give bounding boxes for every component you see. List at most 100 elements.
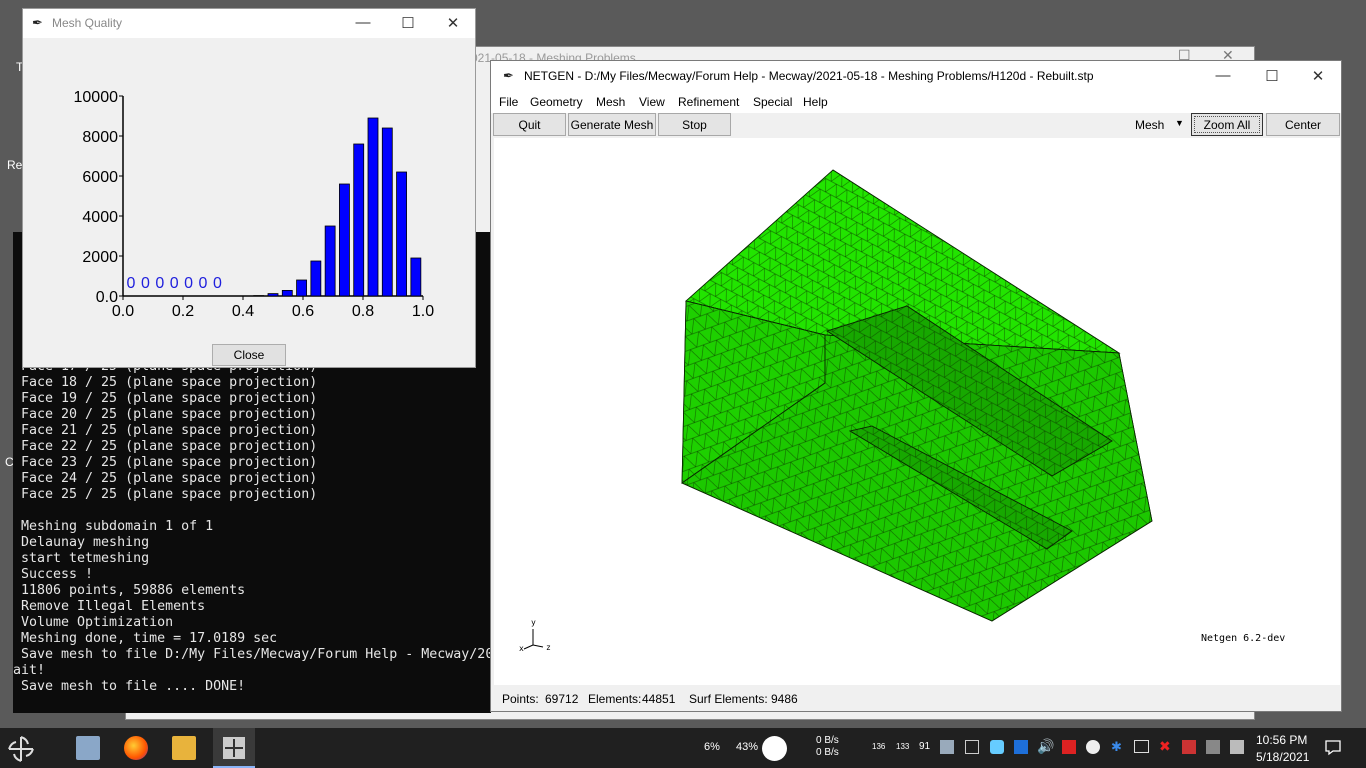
console-line: Face 23 / 25 (plane space projection) [21, 455, 318, 470]
console-line: Save mesh to file .... DONE! [21, 679, 246, 694]
console-line: Face 18 / 25 (plane space projection) [21, 375, 318, 390]
console-line: Face 25 / 25 (plane space projection) [21, 487, 318, 502]
view-select-value: Mesh [1135, 118, 1165, 132]
console-line: Face 20 / 25 (plane space projection) [21, 407, 318, 422]
y-tick-label: 8000 [82, 129, 118, 146]
notification-icon[interactable] [1324, 738, 1342, 756]
console-line: Volume Optimization [21, 615, 174, 630]
console-line: Face 21 / 25 (plane space projection) [21, 423, 318, 438]
y-tick-label: 10000 [74, 89, 119, 106]
y-tick-label: 2000 [82, 249, 118, 266]
generate-mesh-button[interactable]: Generate Mesh [568, 113, 656, 136]
tray-app-icon[interactable] [1230, 740, 1244, 754]
desktop-edge-text: Re [7, 158, 23, 172]
tray-app-icon[interactable] [940, 740, 954, 754]
minimize-icon[interactable]: — [348, 14, 378, 31]
bluetooth-icon[interactable]: ✱ [1111, 739, 1122, 755]
mesh-render [681, 169, 1153, 622]
maximize-icon[interactable]: ☐ [393, 14, 423, 32]
clock-date[interactable]: 5/18/2021 [1256, 750, 1309, 764]
start-icon[interactable] [6, 734, 36, 764]
tray-number: 91 [919, 741, 931, 752]
close-button[interactable]: Close [212, 344, 286, 366]
histogram-bar [281, 289, 293, 297]
zero-count-label: 0 [155, 275, 164, 292]
tray-app-icon[interactable] [965, 740, 979, 754]
console-line: Face 24 / 25 (plane space projection) [21, 471, 318, 486]
menu-view[interactable]: View [639, 95, 665, 109]
mesh-quality-title: Mesh Quality [52, 16, 123, 30]
center-button[interactable]: Center [1266, 113, 1340, 136]
netgen-title: NETGEN - D:/My Files/Mecway/Forum Help -… [524, 69, 1094, 83]
security-icon[interactable] [1086, 740, 1100, 754]
view-select[interactable]: Mesh ▼ [1131, 113, 1187, 136]
feather-icon: ✒ [503, 68, 514, 83]
close-icon[interactable]: ✕ [438, 14, 468, 32]
axis-x-label: x [519, 644, 524, 653]
x-tick-label: 1.0 [412, 303, 434, 320]
zero-count-label: 0 [127, 275, 136, 292]
console-line: Face 19 / 25 (plane space projection) [21, 391, 318, 406]
histogram-bar [381, 127, 393, 297]
tray-app-icon[interactable] [1014, 740, 1028, 754]
menu-refinement[interactable]: Refinement [678, 95, 739, 109]
folder-icon[interactable] [172, 736, 196, 760]
feather-icon: ✒ [32, 15, 43, 30]
tray-app-icon[interactable] [1062, 740, 1076, 754]
tray-app-icon[interactable] [1206, 740, 1220, 754]
axis-y-label: y [531, 618, 536, 627]
zoom-all-button[interactable]: Zoom All [1191, 113, 1263, 136]
tray-app-icon[interactable] [990, 740, 1004, 754]
version-label: Netgen 6.2-dev [1201, 633, 1286, 644]
console-line: Meshing subdomain 1 of 1 [21, 519, 214, 534]
console-line: 11806 points, 59886 elements [21, 583, 246, 598]
console-line: Save mesh to file D:/My Files/Mecway/For… [21, 647, 491, 662]
network-down: 0 B/s [816, 747, 839, 758]
histogram-bar [296, 279, 307, 297]
firefox-icon[interactable] [124, 736, 148, 760]
console-line: Face 22 / 25 (plane space projection) [21, 439, 318, 454]
minimize-icon[interactable]: — [1208, 67, 1238, 84]
menu-geometry[interactable]: Geometry [530, 95, 583, 109]
points-label: Points: [502, 692, 539, 706]
menu-help[interactable]: Help [803, 95, 828, 109]
network-icon[interactable] [1134, 740, 1149, 753]
mesh-quality-titlebar[interactable]: ✒ Mesh Quality — ☐ ✕ [23, 9, 475, 38]
quit-button[interactable]: Quit [493, 113, 566, 136]
mesh-quality-window[interactable]: ✒ Mesh Quality — ☐ ✕ 0.0 2000 4000 6000 8000… [22, 8, 476, 368]
memory-gauge-icon [762, 736, 787, 761]
axis-z-label: z [546, 643, 551, 652]
points-value: 69712 [545, 692, 579, 706]
menu-mesh[interactable]: Mesh [596, 95, 625, 109]
clock-time[interactable]: 10:56 PM [1256, 733, 1307, 747]
taskbar: 6% 43% 0 B/s 0 B/s 136 133 91 🔊 ✱ ✖ 10:5… [0, 728, 1366, 768]
netgen-window[interactable]: ✒ NETGEN - D:/My Files/Mecway/Forum Help… [490, 60, 1342, 712]
netgen-titlebar[interactable]: ✒ NETGEN - D:/My Files/Mecway/Forum Help… [491, 61, 1341, 91]
mesh-viewport[interactable]: Netgen 6.2-dev y x z [494, 138, 1340, 685]
tray-app-icon[interactable]: ✖ [1159, 738, 1171, 755]
histogram-bar [324, 225, 336, 297]
histogram-bar [339, 183, 350, 297]
x-tick-label: 0.2 [172, 303, 194, 320]
volume-icon[interactable]: 🔊 [1037, 738, 1054, 755]
menu-file[interactable]: File [499, 95, 518, 109]
stop-button[interactable]: Stop [658, 113, 731, 136]
zero-count-label: 0 [170, 275, 179, 292]
tray-number: 133 [896, 742, 910, 751]
app-icon[interactable] [76, 736, 100, 760]
menu-special[interactable]: Special [753, 95, 792, 109]
maximize-icon[interactable]: ☐ [1257, 67, 1287, 85]
network-up: 0 B/s [816, 735, 839, 746]
x-tick-label: 0.6 [292, 303, 314, 320]
histogram-bar [353, 143, 365, 297]
zero-count-label: 0 [141, 275, 150, 292]
x-tick-label: 0.8 [352, 303, 374, 320]
elements-label: Elements: [588, 692, 642, 706]
histogram-bar [396, 171, 407, 297]
close-icon[interactable]: ✕ [1303, 67, 1333, 85]
zero-count-label: 0 [184, 275, 193, 292]
tray-app-icon[interactable] [1182, 740, 1196, 754]
x-tick-label: 0.0 [112, 303, 134, 320]
histogram-bar [367, 117, 379, 297]
active-app-tab[interactable] [213, 728, 255, 768]
